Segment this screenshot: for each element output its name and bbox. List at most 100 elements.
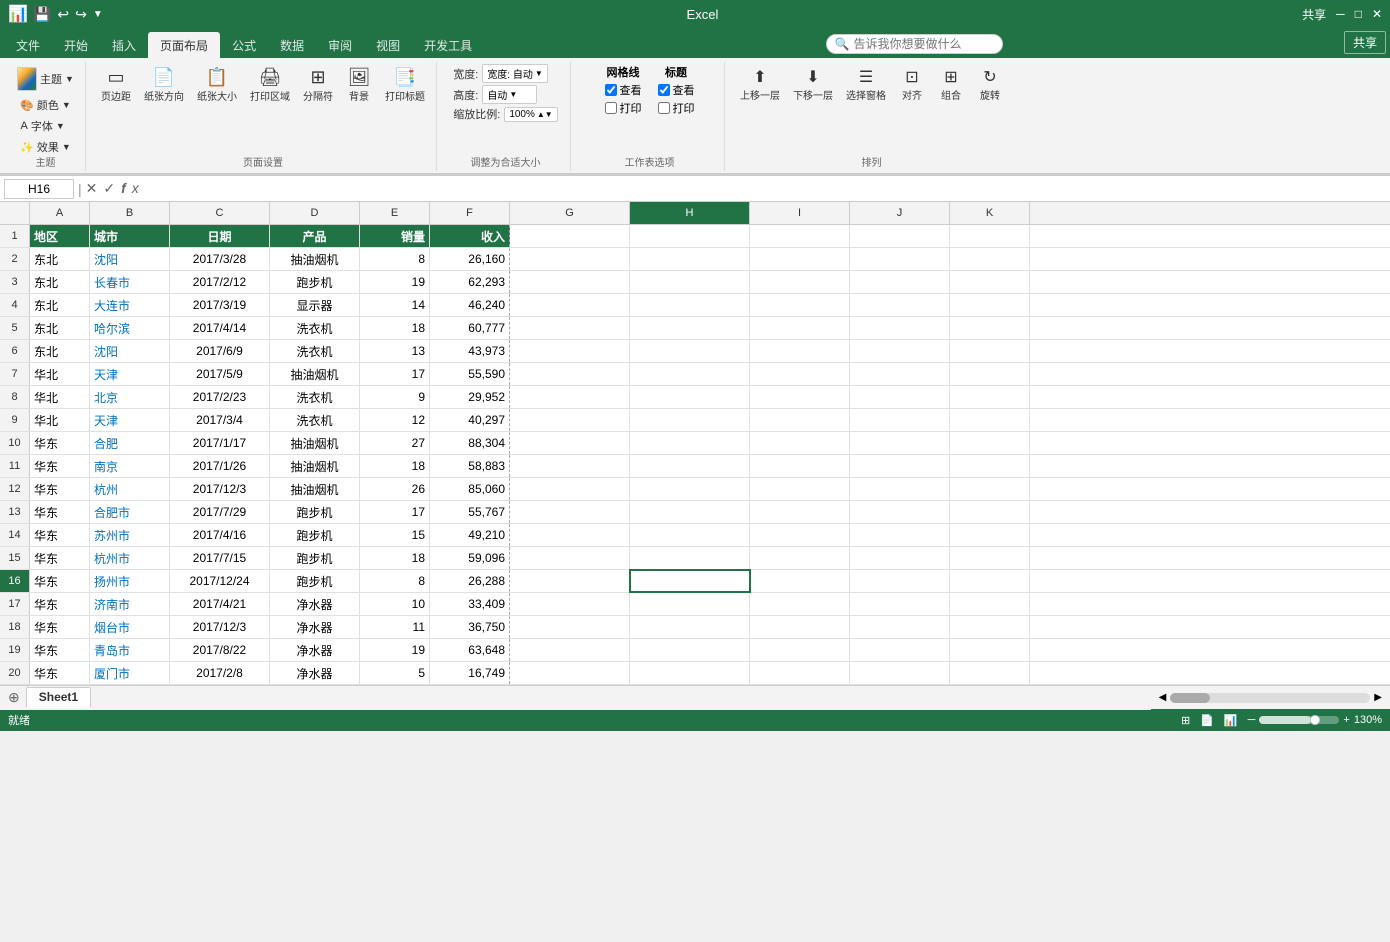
table-cell[interactable] — [630, 248, 750, 270]
table-cell[interactable] — [850, 501, 950, 523]
table-cell[interactable]: 2017/7/15 — [170, 547, 270, 569]
table-cell[interactable] — [750, 248, 850, 270]
table-cell[interactable] — [850, 409, 950, 431]
background-button[interactable]: 🖼 背景 — [341, 64, 377, 106]
table-cell[interactable] — [510, 593, 630, 615]
col-header-b[interactable]: B — [90, 202, 170, 224]
table-cell[interactable]: 跑步机 — [270, 271, 360, 293]
printarea-button[interactable]: 🖨 打印区域 — [245, 64, 295, 106]
zoom-slider[interactable] — [1259, 716, 1339, 724]
table-cell[interactable] — [750, 409, 850, 431]
table-cell[interactable] — [950, 271, 1030, 293]
table-cell[interactable]: 华东 — [30, 570, 90, 592]
font-button[interactable]: A 字体 ▼ — [15, 116, 75, 136]
table-cell[interactable] — [630, 662, 750, 684]
table-cell[interactable] — [630, 340, 750, 362]
table-cell[interactable] — [510, 248, 630, 270]
table-cell[interactable]: 14 — [360, 294, 430, 316]
row-header[interactable]: 7 — [0, 363, 30, 385]
quick-save-icon[interactable]: 💾 — [34, 6, 51, 23]
table-cell[interactable] — [750, 639, 850, 661]
tab-file[interactable]: 文件 — [4, 32, 52, 58]
table-cell[interactable]: 2017/1/17 — [170, 432, 270, 454]
row-header[interactable]: 10 — [0, 432, 30, 454]
table-cell[interactable] — [630, 478, 750, 500]
margin-button[interactable]: ▭ 页边距 — [96, 64, 136, 106]
row-header[interactable]: 17 — [0, 593, 30, 615]
table-cell[interactable] — [750, 294, 850, 316]
table-cell[interactable] — [750, 455, 850, 477]
table-cell[interactable]: 8 — [360, 248, 430, 270]
table-cell[interactable] — [630, 317, 750, 339]
table-cell[interactable] — [950, 225, 1030, 247]
table-cell[interactable]: 青岛市 — [90, 639, 170, 661]
table-cell[interactable]: 2017/4/21 — [170, 593, 270, 615]
row-header[interactable]: 19 — [0, 639, 30, 661]
sheet-tab-sheet1[interactable]: Sheet1 — [26, 687, 91, 708]
table-cell[interactable]: 12 — [360, 409, 430, 431]
papersize-button[interactable]: 📋 纸张大小 — [192, 64, 242, 106]
table-cell[interactable] — [630, 432, 750, 454]
table-cell[interactable]: 华东 — [30, 547, 90, 569]
table-cell[interactable]: 2017/6/9 — [170, 340, 270, 362]
table-cell[interactable]: 抽油烟机 — [270, 432, 360, 454]
table-cell[interactable]: 59,096 — [430, 547, 510, 569]
table-cell[interactable] — [750, 340, 850, 362]
table-cell[interactable]: 厦门市 — [90, 662, 170, 684]
table-cell[interactable]: 9 — [360, 386, 430, 408]
window-restore-icon[interactable]: □ — [1355, 7, 1362, 21]
table-cell[interactable]: 抽油烟机 — [270, 478, 360, 500]
table-cell[interactable]: 60,777 — [430, 317, 510, 339]
table-cell[interactable]: 2017/7/29 — [170, 501, 270, 523]
table-cell[interactable]: 抽油烟机 — [270, 455, 360, 477]
table-cell[interactable]: 17 — [360, 501, 430, 523]
table-cell[interactable] — [850, 294, 950, 316]
table-cell[interactable] — [950, 501, 1030, 523]
table-cell[interactable]: 抽油烟机 — [270, 248, 360, 270]
table-cell[interactable]: 华东 — [30, 432, 90, 454]
width-dropdown[interactable]: 宽度: 自动 ▼ — [482, 64, 547, 83]
table-cell[interactable] — [850, 386, 950, 408]
table-cell[interactable]: 济南市 — [90, 593, 170, 615]
table-cell[interactable] — [630, 616, 750, 638]
quick-access-dropdown[interactable]: ▼ — [93, 9, 103, 20]
table-cell[interactable]: 苏州市 — [90, 524, 170, 546]
table-cell[interactable]: 净水器 — [270, 662, 360, 684]
zoom-out-icon[interactable]: ─ — [1248, 714, 1256, 726]
table-cell[interactable]: 东北 — [30, 294, 90, 316]
table-cell[interactable] — [950, 478, 1030, 500]
table-cell[interactable] — [750, 478, 850, 500]
table-cell[interactable]: 沈阳 — [90, 248, 170, 270]
table-cell[interactable]: 跑步机 — [270, 524, 360, 546]
table-cell[interactable] — [510, 478, 630, 500]
gridlines-view-checkbox[interactable] — [605, 84, 617, 96]
table-cell[interactable]: 地区 — [30, 225, 90, 247]
table-cell[interactable] — [950, 294, 1030, 316]
row-header[interactable]: 12 — [0, 478, 30, 500]
table-cell[interactable]: 天津 — [90, 409, 170, 431]
table-cell[interactable]: 16,749 — [430, 662, 510, 684]
row-header[interactable]: 8 — [0, 386, 30, 408]
headings-print-checkbox[interactable] — [658, 102, 670, 114]
table-cell[interactable]: 2017/2/23 — [170, 386, 270, 408]
table-cell[interactable] — [630, 294, 750, 316]
table-cell[interactable] — [510, 570, 630, 592]
scroll-right-icon[interactable]: ▶ — [1374, 692, 1382, 703]
table-cell[interactable] — [510, 524, 630, 546]
tab-formulas[interactable]: 公式 — [220, 32, 268, 58]
table-cell[interactable] — [850, 340, 950, 362]
table-cell[interactable] — [950, 455, 1030, 477]
col-header-e[interactable]: E — [360, 202, 430, 224]
table-cell[interactable] — [750, 616, 850, 638]
send-backward-button[interactable]: ⬇ 下移一层 — [788, 64, 838, 105]
row-header[interactable]: 20 — [0, 662, 30, 684]
table-cell[interactable]: 城市 — [90, 225, 170, 247]
tab-pagelayout[interactable]: 页面布局 — [148, 32, 220, 58]
col-header-h[interactable]: H — [630, 202, 750, 224]
page-layout-view-icon[interactable]: 📄 — [1200, 714, 1214, 727]
col-header-f[interactable]: F — [430, 202, 510, 224]
cancel-formula-icon[interactable]: ✕ — [86, 180, 98, 197]
row-header[interactable]: 2 — [0, 248, 30, 270]
tab-developer[interactable]: 开发工具 — [412, 32, 484, 58]
tab-view[interactable]: 视图 — [364, 32, 412, 58]
